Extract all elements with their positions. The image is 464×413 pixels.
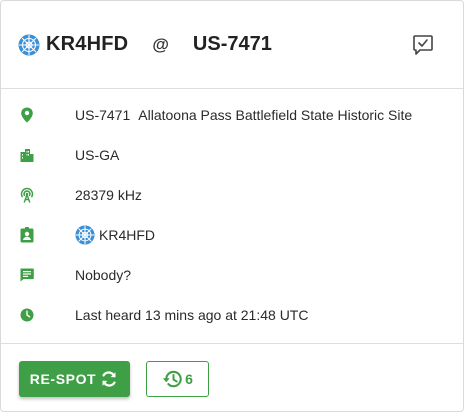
respot-button[interactable]: RE-SPOT [19, 361, 130, 397]
comment-text: Nobody? [75, 267, 132, 283]
last-heard-row: Last heard 13 mins ago at 21:48 UTC [1, 295, 463, 335]
spotter-callsign[interactable]: KR4HFD [99, 227, 155, 243]
at-symbol: @ [152, 34, 169, 54]
park-name-text: Allatoona Pass Battlefield State Histori… [138, 107, 413, 123]
us-flag-globe-icon [18, 34, 40, 56]
spotter-row: KR4HFD [1, 215, 463, 255]
map-pin-icon [17, 105, 37, 125]
frequency-text: 28379 kHz [75, 187, 142, 203]
last-heard-text: Last heard 13 mins ago at 21:48 UTC [75, 307, 309, 323]
location-row: US-GA [1, 135, 463, 175]
contact-badge-icon [17, 225, 37, 245]
spot-card: KR4HFD @ US-7471 US-7471 Allatoona Pass … [0, 0, 464, 412]
respot-label: RE-SPOT [29, 371, 97, 387]
comment-icon [17, 265, 37, 285]
park-reference[interactable]: US-7471 [193, 33, 272, 56]
history-button[interactable]: 6 [146, 361, 209, 397]
park-ref-text: US-7471 [75, 107, 131, 123]
spot-actions: RE-SPOT 6 [1, 343, 463, 413]
clock-icon [17, 305, 37, 325]
antenna-icon [17, 185, 37, 205]
comment-check-icon[interactable] [411, 33, 435, 57]
history-count: 6 [185, 371, 193, 387]
refresh-icon [102, 371, 116, 387]
frequency-row: 28379 kHz [1, 175, 463, 215]
location-text: US-GA [75, 147, 120, 163]
activator-callsign[interactable]: KR4HFD [46, 33, 128, 56]
history-icon [162, 370, 182, 388]
comment-row: Nobody? [1, 255, 463, 295]
city-icon [17, 145, 37, 165]
spot-header: KR4HFD @ US-7471 [1, 1, 463, 89]
us-flag-globe-icon [75, 225, 95, 245]
park-row: US-7471 Allatoona Pass Battlefield State… [1, 95, 463, 135]
